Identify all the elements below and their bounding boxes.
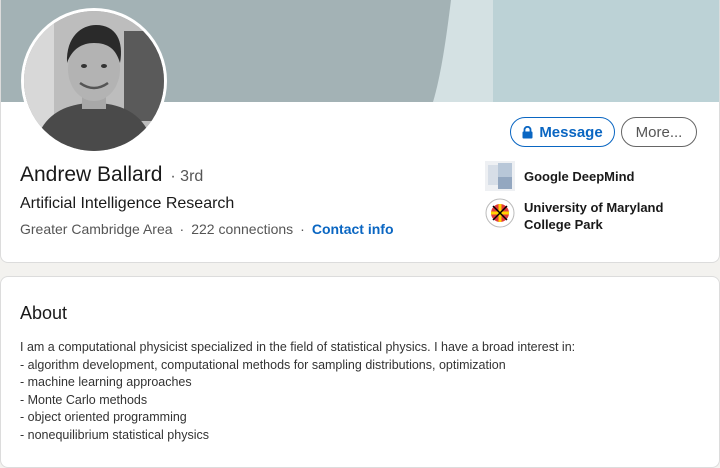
separator: · [300, 221, 305, 237]
about-line: - algorithm development, computational m… [20, 357, 506, 372]
message-label: Message [539, 123, 603, 141]
location: Greater Cambridge Area [20, 221, 173, 237]
org-name: Google DeepMind [524, 169, 635, 184]
org-item-google-deepmind[interactable]: Google DeepMind [485, 161, 694, 191]
profile-top-card: Message More... Andrew Ballard · 3rd Art… [0, 0, 720, 263]
about-title: About [20, 303, 68, 323]
lock-icon [522, 125, 533, 138]
about-line: I am a computational physicist specializ… [20, 340, 576, 354]
profile-meta: Greater Cambridge Area · 222 connections… [20, 221, 394, 237]
profile-photo[interactable] [21, 8, 167, 154]
about-line: - Monte Carlo methods [20, 392, 148, 407]
connections-count[interactable]: 222 connections [191, 221, 293, 237]
profile-name: Andrew Ballard [20, 163, 163, 186]
profile-headline: Artificial Intelligence Research [20, 195, 235, 212]
org-item-university-of-maryland[interactable]: University of Maryland College Park [485, 198, 694, 233]
about-body: I am a computational physicist specializ… [20, 339, 575, 445]
more-label: More... [635, 123, 683, 141]
about-line: - object oriented programming [20, 410, 187, 425]
company-logo-placeholder-icon [485, 161, 515, 191]
message-button[interactable]: Message [510, 117, 615, 147]
org-name: University of Maryland College Park [524, 200, 664, 232]
about-line: - nonequilibrium statistical physics [20, 427, 209, 442]
separator: · [179, 221, 185, 237]
about-card: About I am a computational physicist spe… [0, 276, 720, 468]
contact-info-link[interactable]: Contact info [312, 221, 394, 237]
connection-degree: · 3rd [170, 168, 204, 185]
more-button[interactable]: More... [621, 117, 697, 147]
name-row: Andrew Ballard · 3rd [20, 163, 203, 187]
avatar [24, 11, 164, 151]
person-photo-icon [24, 11, 164, 151]
about-line: - machine learning approaches [20, 375, 192, 390]
university-seal-icon [485, 198, 515, 228]
